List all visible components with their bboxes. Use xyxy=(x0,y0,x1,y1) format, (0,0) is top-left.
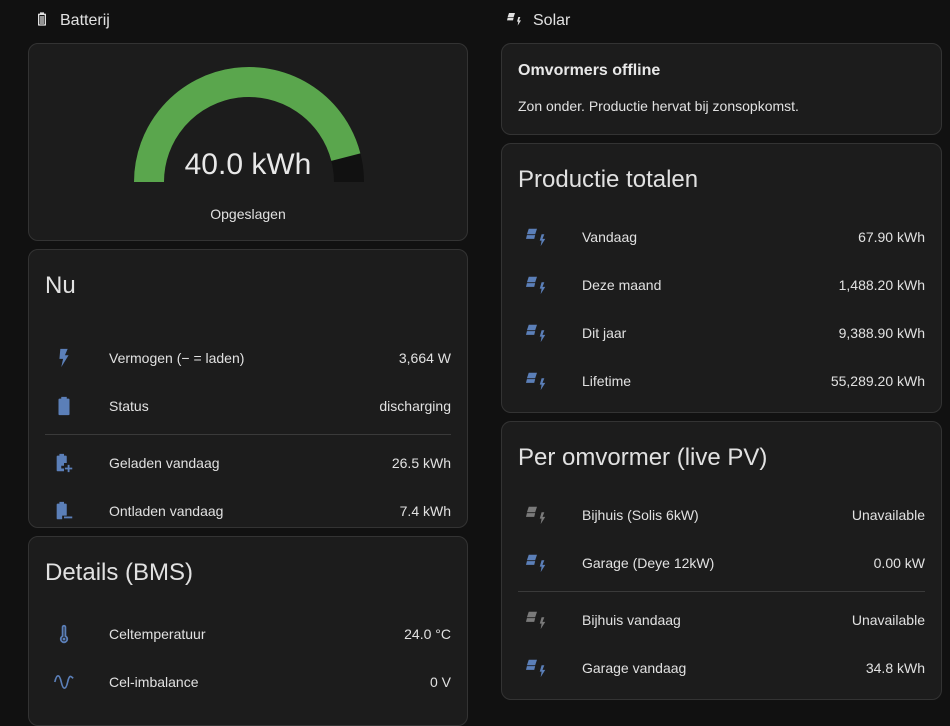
row-value: 9,388.90 kWh xyxy=(838,325,925,341)
details-row-cell-imbalance[interactable]: Cel-imbalance 0 V xyxy=(29,658,467,706)
row-label: Deze maand xyxy=(582,277,662,293)
totals-row-today[interactable]: Vandaag 67.90 kWh xyxy=(502,213,941,261)
divider xyxy=(518,591,925,592)
row-value: 67.90 kWh xyxy=(858,229,925,245)
solar-power-icon xyxy=(518,656,566,680)
totals-row-lifetime[interactable]: Lifetime 55,289.20 kWh xyxy=(502,357,941,405)
divider xyxy=(45,434,451,435)
row-value: 1,488.20 kWh xyxy=(838,277,925,293)
solar-power-icon xyxy=(518,225,566,249)
inverters-offline-card: Omvormers offline Zon onder. Productie h… xyxy=(501,43,942,135)
gauge-label: Opgeslagen xyxy=(210,206,286,222)
row-label: Cel-imbalance xyxy=(109,674,199,690)
row-label: Geladen vandaag xyxy=(109,455,220,471)
now-card: Nu Vermogen (− = laden) 3,664 W Status d… xyxy=(28,249,468,528)
solar-power-icon xyxy=(518,321,566,345)
offline-title: Omvormers offline xyxy=(518,62,661,79)
row-value: 0 V xyxy=(429,674,451,690)
solar-power-icon xyxy=(507,11,523,32)
solar-power-icon xyxy=(518,273,566,297)
production-totals-card: Productie totalen Vandaag 67.90 kWh Deze… xyxy=(501,143,942,413)
battery-minus-icon xyxy=(45,499,93,523)
per-inverter-card-title: Per omvormer (live PV) xyxy=(518,444,768,471)
offline-text: Zon onder. Productie hervat bij zonsopko… xyxy=(518,98,799,114)
battery-icon xyxy=(34,11,50,32)
row-label: Garage (Deye 12kW) xyxy=(582,555,715,571)
sine-wave-icon xyxy=(45,670,93,694)
solar-power-icon xyxy=(518,551,566,575)
row-label: Vermogen (− = laden) xyxy=(109,350,245,366)
solar-power-icon xyxy=(518,608,566,632)
row-label: Celtemperatuur xyxy=(109,626,206,642)
inverter-row-bijhuis-today[interactable]: Bijhuis vandaag Unavailable xyxy=(502,596,941,644)
row-value: Unavailable xyxy=(851,612,925,628)
row-label: Vandaag xyxy=(582,229,638,245)
battery-section-title: Batterij xyxy=(60,12,110,29)
row-value: Unavailable xyxy=(851,507,925,523)
now-row-charged-today[interactable]: Geladen vandaag 26.5 kWh xyxy=(29,439,467,487)
row-value: 7.4 kWh xyxy=(399,503,451,519)
row-label: Lifetime xyxy=(582,373,632,389)
battery-plus-icon xyxy=(45,451,93,475)
row-label: Dit jaar xyxy=(582,325,627,341)
row-value: 26.5 kWh xyxy=(391,455,451,471)
inverter-row-bijhuis-live[interactable]: Bijhuis (Solis 6kW) Unavailable xyxy=(502,491,941,539)
inverter-row-garage-live[interactable]: Garage (Deye 12kW) 0.00 kW xyxy=(502,539,941,587)
row-value: discharging xyxy=(379,398,451,414)
row-value: 0.00 kW xyxy=(873,555,925,571)
row-value: 34.8 kWh xyxy=(865,660,925,676)
solar-section-title: Solar xyxy=(533,12,571,29)
battery-gauge-card[interactable]: 40.0 kWh Opgeslagen xyxy=(28,43,468,241)
now-row-power[interactable]: Vermogen (− = laden) 3,664 W xyxy=(29,334,467,382)
solar-power-icon xyxy=(518,503,566,527)
totals-row-this-month[interactable]: Deze maand 1,488.20 kWh xyxy=(502,261,941,309)
now-row-status[interactable]: Status discharging xyxy=(29,382,467,430)
now-card-title: Nu xyxy=(45,272,76,299)
inverter-row-garage-today[interactable]: Garage vandaag 34.8 kWh xyxy=(502,644,941,692)
details-card-title: Details (BMS) xyxy=(45,559,194,586)
row-label: Ontladen vandaag xyxy=(109,503,224,519)
flash-icon xyxy=(45,346,93,370)
row-value: 55,289.20 kWh xyxy=(830,373,925,389)
details-row-cell-temperature[interactable]: Celtemperatuur 24.0 °C xyxy=(29,610,467,658)
row-label: Bijhuis vandaag xyxy=(582,612,681,628)
gauge-value: 40.0 kWh xyxy=(184,148,312,181)
battery-section-header: Batterij xyxy=(28,0,468,42)
row-label: Status xyxy=(109,398,149,414)
thermometer-icon xyxy=(45,622,93,646)
details-card: Details (BMS) Celtemperatuur 24.0 °C Cel… xyxy=(28,536,468,726)
row-value: 24.0 °C xyxy=(404,626,451,642)
solar-section-header: Solar xyxy=(501,0,942,42)
per-inverter-card: Per omvormer (live PV) Bijhuis (Solis 6k… xyxy=(501,421,942,700)
row-value: 3,664 W xyxy=(398,350,451,366)
solar-column: Solar Omvormers offline Zon onder. Produ… xyxy=(501,0,942,700)
totals-card-title: Productie totalen xyxy=(518,166,699,193)
totals-row-this-year[interactable]: Dit jaar 9,388.90 kWh xyxy=(502,309,941,357)
row-label: Bijhuis (Solis 6kW) xyxy=(582,507,699,523)
battery-column: Batterij 40.0 kWh Opgeslagen Nu Vermogen… xyxy=(28,0,468,726)
row-label: Garage vandaag xyxy=(582,660,687,676)
battery-icon xyxy=(45,394,93,418)
now-row-discharged-today[interactable]: Ontladen vandaag 7.4 kWh xyxy=(29,487,467,535)
solar-power-icon xyxy=(518,369,566,393)
